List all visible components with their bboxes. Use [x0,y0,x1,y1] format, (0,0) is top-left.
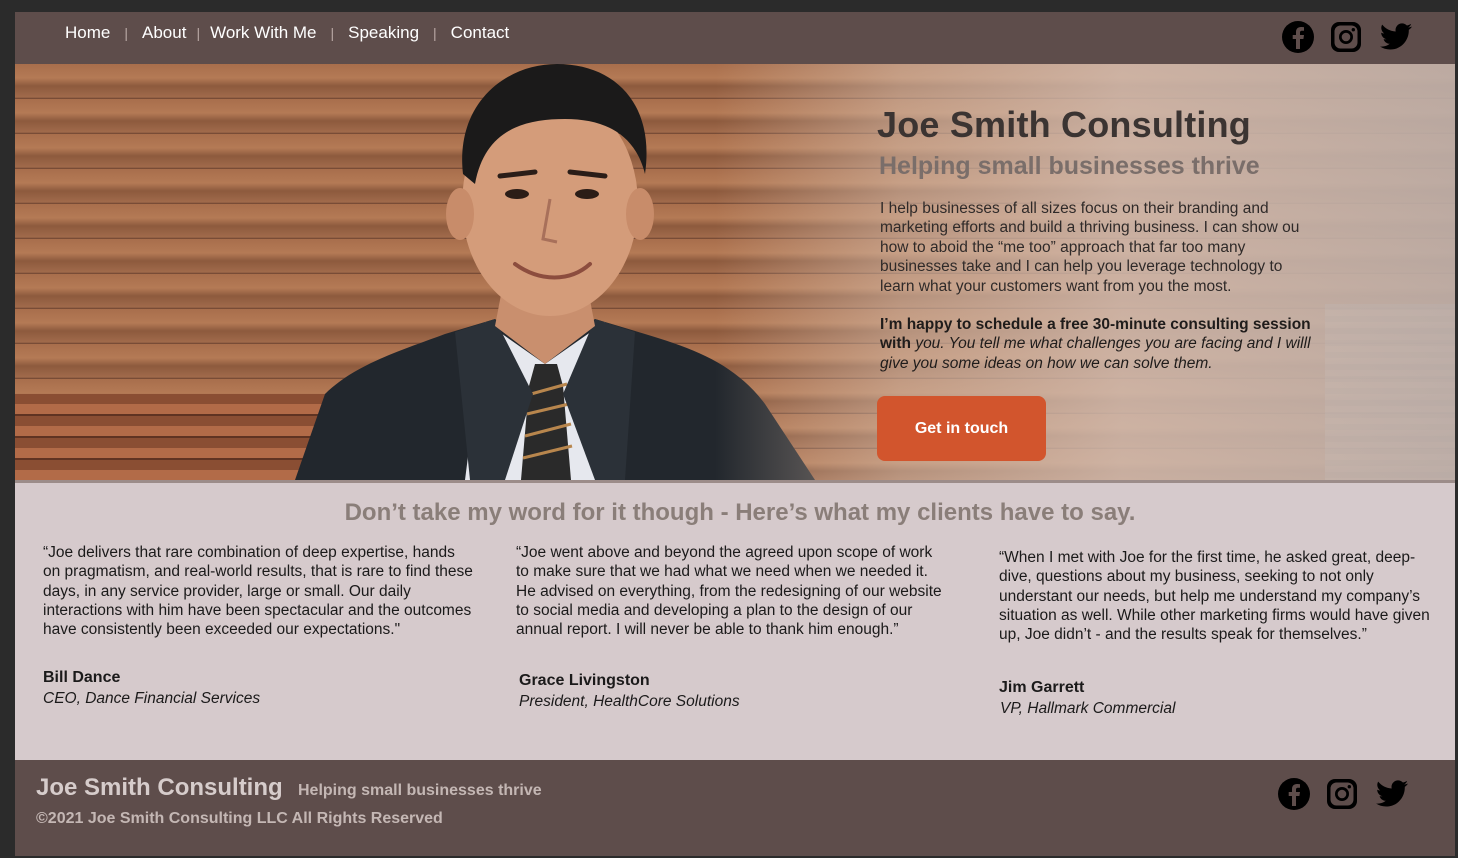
testimonial-quote: “When I met with Joe for the first time,… [999,549,1430,644]
hero-description: I help businesses of all sizes focus on … [880,200,1300,295]
nav-home-link[interactable]: Home [65,23,110,43]
cta-italic-text: you. You tell me what challenges you are… [880,335,1311,372]
testimonial-quote: “Joe delivers that rare combination of d… [43,544,473,639]
twitter-icon[interactable] [1373,777,1411,811]
main-nav: Home | About | Work With Me | Speaking |… [65,23,509,43]
footer-title: Joe Smith Consulting [36,774,283,801]
footer: Joe Smith Consulting Helping small busin… [15,760,1455,856]
testimonial-quote: “Joe went above and beyond the agreed up… [516,544,942,639]
testimonial-name: Jim Garrett [999,679,1085,697]
facebook-icon[interactable] [1281,20,1315,54]
testimonial-card: “Joe went above and beyond the agreed up… [516,543,948,711]
twitter-icon[interactable] [1377,20,1415,54]
hero-section: Joe Smith Consulting Helping small busin… [15,64,1455,480]
facebook-icon[interactable] [1277,777,1311,811]
top-nav-bar: Home | About | Work With Me | Speaking |… [15,12,1455,64]
wood-bench-image [15,394,335,480]
nav-speaking-link[interactable]: Speaking [348,23,419,43]
testimonials-section: Don’t take my word for it though - Here’… [15,480,1455,760]
nav-separator: | [433,25,437,41]
instagram-icon[interactable] [1325,777,1359,811]
testimonial-card: “When I met with Joe for the first time,… [999,548,1439,718]
nav-contact-link[interactable]: Contact [451,23,510,43]
hero-title: Joe Smith Consulting [877,104,1252,145]
nav-separator: | [196,25,201,41]
hero-cta-text: I’m happy to schedule a free 30-minute c… [880,315,1320,373]
testimonial-role: CEO, Dance Financial Services [43,689,261,707]
testimonial-name: Grace Livingston [519,672,650,690]
footer-subtitle: Helping small businesses thrive [298,782,542,799]
page-frame: Home | About | Work With Me | Speaking |… [15,12,1455,856]
nav-work-with-me-link[interactable]: Work With Me [210,23,316,43]
instagram-icon[interactable] [1329,20,1363,54]
testimonials-heading: Don’t take my word for it though - Here’… [344,499,1136,526]
hero-subtitle: Helping small businesses thrive [879,152,1260,180]
testimonial-card: “Joe delivers that rare combination of d… [43,543,473,708]
hero-text-block: Joe Smith Consulting Helping small busin… [877,104,1337,373]
nav-about-link[interactable]: About [142,23,186,43]
footer-copyright: ©2021 Joe Smith Consulting LLC All Right… [36,810,443,827]
testimonial-role: President, HealthCore Solutions [519,692,740,710]
nav-separator: | [124,25,128,41]
nav-separator: | [330,25,335,41]
social-links-footer [1277,777,1411,811]
testimonial-name: Bill Dance [43,669,121,687]
get-in-touch-button[interactable]: Get in touch [877,396,1046,461]
social-links-header [1281,20,1415,54]
testimonial-role: VP, Hallmark Commercial [1000,699,1176,717]
